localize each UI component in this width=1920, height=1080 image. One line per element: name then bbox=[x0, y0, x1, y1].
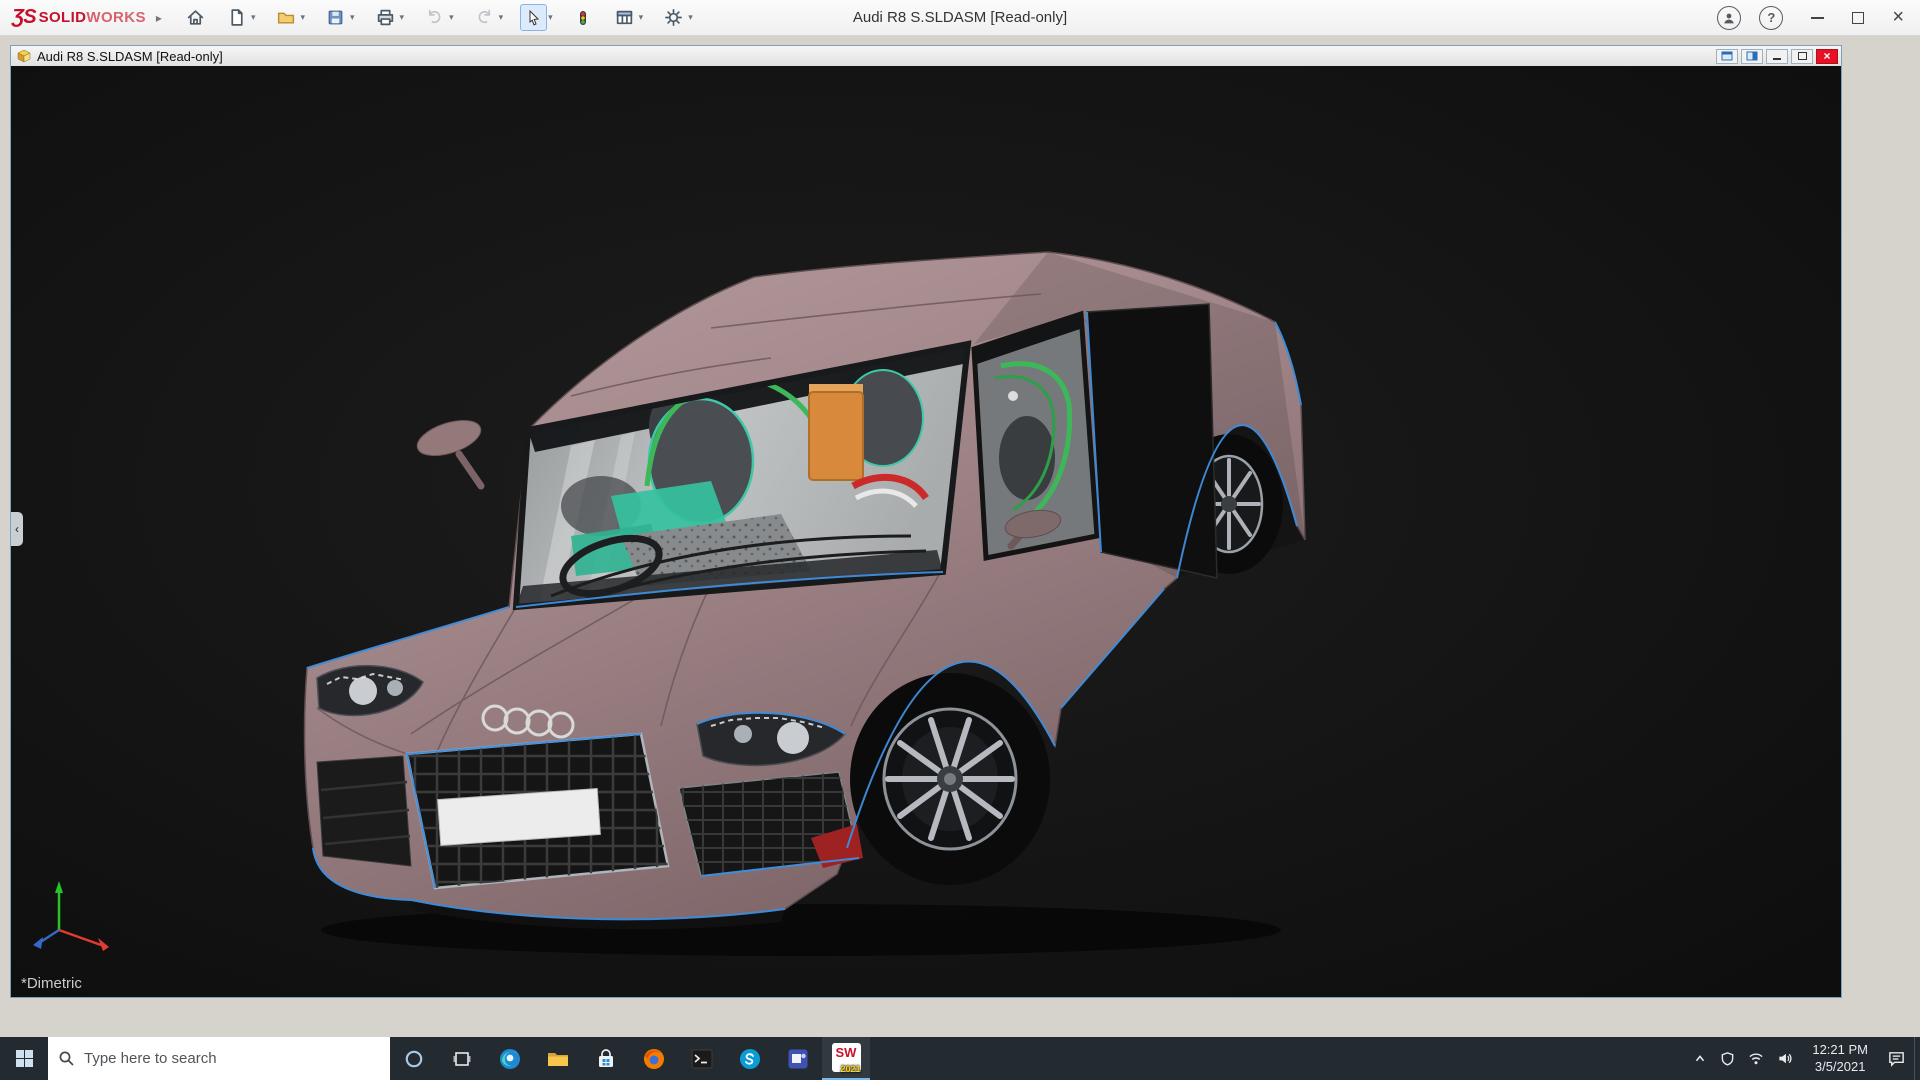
side-blade-panel[interactable] bbox=[1087, 304, 1217, 578]
rebuild-button[interactable] bbox=[570, 4, 597, 31]
help-button[interactable]: ? bbox=[1759, 6, 1783, 30]
graphics-viewport[interactable]: *Dimetric ‹ bbox=[11, 66, 1841, 997]
brand-solid: SOLID bbox=[39, 9, 87, 26]
minimize-button[interactable] bbox=[1811, 17, 1824, 19]
browser-button[interactable] bbox=[630, 1037, 678, 1080]
taskbar-search[interactable] bbox=[48, 1037, 390, 1080]
assembly-file-icon bbox=[17, 49, 31, 63]
store-button[interactable] bbox=[582, 1037, 630, 1080]
volume-icon[interactable] bbox=[1777, 1051, 1793, 1066]
doc-pane-button-1[interactable] bbox=[1716, 49, 1738, 64]
cortana-button[interactable] bbox=[390, 1037, 438, 1080]
collapse-icon: ‹ bbox=[15, 522, 19, 536]
start-button[interactable] bbox=[0, 1037, 48, 1080]
save-button[interactable] bbox=[322, 4, 349, 31]
restore-icon bbox=[1798, 52, 1807, 60]
chevron-down-icon[interactable]: ▾ bbox=[547, 12, 556, 23]
windows-taskbar: SW 2021 12:21 PM 3/5/2021 bbox=[0, 1037, 1920, 1080]
options-button[interactable] bbox=[660, 4, 687, 31]
solidworks-logo: ƷS SOLIDWORKS bbox=[12, 6, 146, 29]
open-button[interactable] bbox=[272, 4, 299, 31]
chevron-down-icon[interactable]: ▾ bbox=[687, 12, 696, 23]
terminal-button[interactable] bbox=[678, 1037, 726, 1080]
document-titlebar[interactable]: Audi R8 S.SLDASM [Read-only] × bbox=[11, 46, 1841, 66]
document-window: Audi R8 S.SLDASM [Read-only] × bbox=[10, 45, 1842, 998]
chevron-up-icon[interactable] bbox=[1693, 1052, 1707, 1066]
clock-date: 3/5/2021 bbox=[1812, 1059, 1868, 1076]
teams-button[interactable] bbox=[774, 1037, 822, 1080]
action-center-icon[interactable] bbox=[1887, 1049, 1906, 1068]
front-wheel[interactable] bbox=[850, 673, 1050, 885]
brand-works: WORKS bbox=[86, 9, 146, 26]
doc-pane-button-2[interactable] bbox=[1741, 49, 1763, 64]
design-table-button[interactable] bbox=[611, 4, 638, 31]
minimize-icon bbox=[1773, 58, 1781, 60]
close-icon: × bbox=[1892, 6, 1904, 28]
select-tool-button[interactable] bbox=[520, 4, 547, 31]
help-icon: ? bbox=[1767, 10, 1775, 25]
teams-icon bbox=[786, 1047, 810, 1071]
app-titlebar: ƷS SOLIDWORKS ▸ ▾ ▾ ▾ ▾ ▾ bbox=[0, 0, 1920, 36]
chevron-down-icon[interactable]: ▾ bbox=[399, 12, 408, 23]
windows-logo-icon bbox=[15, 1049, 34, 1068]
doc-close-button[interactable]: × bbox=[1816, 49, 1838, 64]
search-icon bbox=[58, 1050, 75, 1067]
brand-name: SOLIDWORKS bbox=[39, 9, 146, 26]
close-icon: × bbox=[1823, 50, 1830, 62]
chevron-down-icon[interactable]: ▾ bbox=[498, 12, 507, 23]
chevron-down-icon[interactable]: ▾ bbox=[299, 12, 308, 23]
system-tray: 12:21 PM 3/5/2021 bbox=[1685, 1037, 1914, 1080]
close-button[interactable]: × bbox=[1892, 7, 1904, 28]
document-title: Audi R8 S.SLDASM [Read-only] bbox=[37, 49, 223, 64]
flyout-arrow-icon[interactable]: ▸ bbox=[156, 11, 162, 25]
panel-collapse-tab[interactable]: ‹ bbox=[11, 512, 23, 546]
doc-restore-button[interactable] bbox=[1791, 49, 1813, 64]
chevron-down-icon[interactable]: ▾ bbox=[250, 12, 259, 23]
chevron-down-icon[interactable]: ▾ bbox=[349, 12, 358, 23]
doc-minimize-button[interactable] bbox=[1766, 49, 1788, 64]
ds-logo-icon: ƷS bbox=[12, 6, 36, 29]
wifi-icon[interactable] bbox=[1748, 1051, 1764, 1066]
app-window-title: Audi R8 S.SLDASM [Read-only] bbox=[853, 9, 1067, 26]
file-explorer-icon bbox=[546, 1047, 570, 1071]
terminal-icon bbox=[690, 1047, 714, 1071]
home-button[interactable] bbox=[182, 4, 209, 31]
minimize-icon bbox=[1811, 17, 1824, 19]
solidworks-icon: SW 2021 bbox=[832, 1043, 861, 1072]
file-explorer-button[interactable] bbox=[534, 1037, 582, 1080]
new-document-button[interactable] bbox=[223, 4, 250, 31]
account-avatar-icon[interactable] bbox=[1717, 6, 1741, 30]
solidworks-year-badge: 2021 bbox=[840, 1064, 860, 1074]
chevron-down-icon[interactable]: ▾ bbox=[448, 12, 457, 23]
redo-button[interactable] bbox=[471, 4, 498, 31]
skype-button[interactable] bbox=[726, 1037, 774, 1080]
solidworks-taskbar-button[interactable]: SW 2021 bbox=[822, 1037, 870, 1080]
store-icon bbox=[595, 1048, 617, 1070]
clock-time: 12:21 PM bbox=[1812, 1042, 1868, 1059]
chevron-down-icon[interactable]: ▾ bbox=[638, 12, 647, 23]
cortana-icon bbox=[404, 1049, 424, 1069]
print-button[interactable] bbox=[372, 4, 399, 31]
undo-button[interactable] bbox=[421, 4, 448, 31]
skype-icon bbox=[738, 1047, 762, 1071]
solidworks-label: SW bbox=[836, 1045, 857, 1060]
show-desktop-button[interactable] bbox=[1914, 1037, 1920, 1080]
search-input[interactable] bbox=[84, 1050, 380, 1067]
maximize-icon bbox=[1852, 12, 1864, 24]
desktop: { "app": { "brand_mark": "ƷS", "brand_so… bbox=[0, 0, 1920, 1080]
edge-browser-button[interactable] bbox=[486, 1037, 534, 1080]
task-view-button[interactable] bbox=[438, 1037, 486, 1080]
edge-icon bbox=[498, 1047, 522, 1071]
maximize-button[interactable] bbox=[1852, 12, 1864, 24]
taskbar-clock[interactable]: 12:21 PM 3/5/2021 bbox=[1806, 1042, 1874, 1076]
orientation-triad bbox=[29, 875, 119, 965]
view-orientation-label: *Dimetric bbox=[21, 975, 82, 992]
shield-icon[interactable] bbox=[1720, 1051, 1735, 1066]
task-view-icon bbox=[452, 1049, 472, 1069]
car-model-audi-r8[interactable] bbox=[11, 66, 1841, 997]
browser-icon bbox=[642, 1047, 666, 1071]
